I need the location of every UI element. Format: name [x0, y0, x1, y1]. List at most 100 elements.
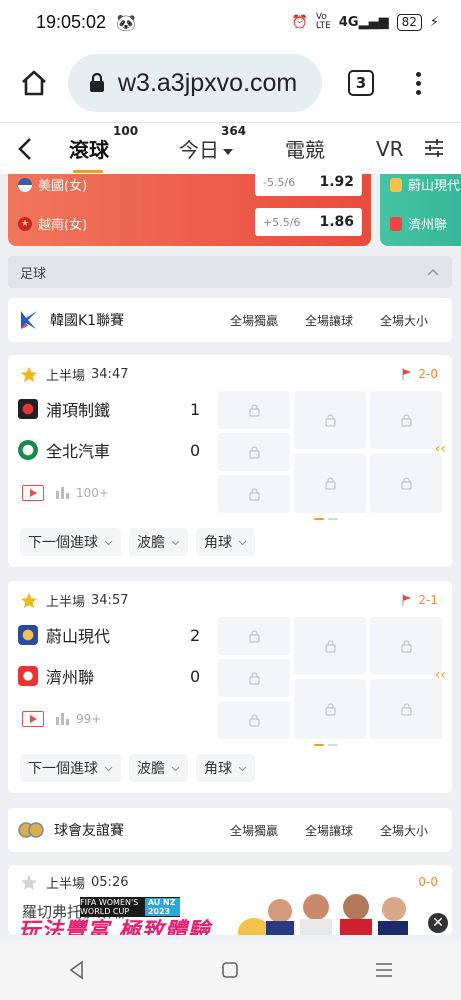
sport-section-header[interactable]: 足球 [8, 256, 452, 288]
partial-match-card[interactable]: 上半場 05:26 0-0 羅切弗托伊斯聯 FIFA WOMEN'S WORLD… [8, 865, 452, 935]
charging-icon: ⚡ [429, 14, 439, 30]
odds-cell-locked [294, 391, 366, 449]
corner-count: 2-0 [402, 367, 438, 381]
home-team: 浦項制鐵 1 [18, 397, 200, 421]
home-score: 2 [190, 625, 201, 645]
live-video-icon[interactable] [22, 485, 44, 501]
recents-menu-icon[interactable] [373, 959, 395, 981]
stats-icon[interactable] [56, 487, 70, 499]
away-score: 0 [190, 440, 201, 460]
odds-cell-locked [294, 617, 366, 675]
odds-cell-locked [218, 433, 290, 471]
lock-icon [325, 703, 335, 715]
featured-match-card-next[interactable]: 蔚山現代 濟州聯 [380, 174, 461, 246]
tab-live[interactable]: 滾球 100 [69, 124, 138, 173]
away-team: 濟州聯 0 [18, 664, 200, 688]
featured-match-card[interactable]: 美國(女) -5.5/6 1.92 ★ 越南(女) +5.5/6 1.86 [8, 174, 371, 246]
odds-cell-locked [218, 391, 290, 429]
back-triangle-icon[interactable] [66, 959, 88, 981]
vietnam-flag-icon: ★ [18, 216, 32, 231]
match-card[interactable]: 上半場 34:47 2-0 浦項制鐵 1 全北汽車 0 100+ ‹‹ 下一個進… [8, 355, 452, 567]
team-crest-icon [390, 177, 402, 192]
correct-score-chip[interactable]: 波膽 [129, 528, 188, 556]
lock-icon [249, 630, 259, 642]
live-count-badge: 100 [113, 124, 139, 138]
browser-menu-button[interactable] [408, 71, 428, 95]
lock-icon [401, 703, 411, 715]
lock-icon [325, 414, 335, 426]
odds-cell-locked [294, 453, 366, 513]
star-icon[interactable] [20, 592, 38, 610]
players-image [238, 894, 408, 935]
odds-cell-locked [370, 391, 442, 449]
close-ad-button[interactable]: ✕ [428, 913, 448, 933]
address-bar[interactable]: w3.a3jpxvo.com [68, 54, 322, 112]
status-bar: 19:05:02 🐼 ⏰ Vo LTE 4G▂▄▆ 82 ⚡ [0, 0, 461, 44]
promo-banner[interactable]: FIFA WOMEN'S WORLD CUP AU NZ 2023 玩法豐富 極致… [8, 875, 452, 935]
home-button[interactable] [14, 63, 54, 103]
team-crest-icon [18, 666, 38, 686]
lock-icon [401, 640, 411, 652]
battery-icon: 82 [396, 13, 422, 31]
lock-icon [325, 477, 335, 489]
chevron-down-icon [238, 766, 247, 771]
odds-page-indicator [314, 744, 338, 746]
correct-score-chip[interactable]: 波膽 [129, 754, 188, 782]
live-video-icon[interactable] [22, 711, 44, 727]
lock-icon [249, 488, 259, 500]
corners-chip[interactable]: 角球 [196, 754, 255, 782]
double-chevron-left-icon[interactable]: ‹‹ [435, 441, 446, 457]
next-goal-chip[interactable]: 下一個進球 [20, 528, 121, 556]
chevron-down-icon [171, 540, 180, 545]
stats-icon[interactable] [56, 713, 70, 725]
status-time: 19:05:02 [36, 11, 107, 32]
lock-icon [249, 714, 259, 726]
tab-vr[interactable]: VR [376, 137, 404, 161]
double-chevron-left-icon[interactable]: ‹‹ [435, 667, 446, 683]
team-crest-icon [18, 625, 38, 645]
next-goal-chip[interactable]: 下一個進球 [20, 754, 121, 782]
home-odds-button[interactable]: -5.5/6 1.92 [255, 174, 362, 196]
odds-cell-locked [218, 659, 290, 697]
chevron-down-icon [171, 766, 180, 771]
more-markets-count[interactable]: 99+ [76, 712, 101, 726]
quick-market-chips: 下一個進球 波膽 角球 [20, 528, 255, 556]
usa-flag-icon [18, 177, 32, 192]
away-odds-button[interactable]: +5.5/6 1.86 [255, 208, 362, 236]
match-card[interactable]: 上半場 34:57 2-1 蔚山現代 2 濟州聯 0 99+ ‹‹ 下一個進球 … [8, 581, 452, 793]
match-clock: 34:57 [91, 593, 129, 608]
featured-matches: 美國(女) -5.5/6 1.92 ★ 越南(女) +5.5/6 1.86 蔚山… [0, 174, 461, 250]
club-friendly-logo-icon [18, 822, 44, 838]
tab-esports[interactable]: 電競 [285, 134, 325, 163]
promo-slogan: 玩法豐富 極致體驗 [18, 919, 211, 935]
back-button[interactable] [0, 136, 50, 162]
more-markets-count[interactable]: 100+ [76, 486, 109, 500]
k-league-logo-icon [21, 311, 37, 329]
odds-cell-locked [294, 679, 366, 739]
lock-icon [249, 446, 259, 458]
lock-icon [249, 404, 259, 416]
status-icons: ⏰ Vo LTE 4G▂▄▆ 82 ⚡ [292, 13, 439, 31]
active-tab-indicator [73, 170, 103, 173]
home-score: 1 [190, 399, 201, 419]
tab-switcher-button[interactable]: 3 [348, 70, 374, 96]
browser-toolbar: w3.a3jpxvo.com 3 [0, 44, 461, 122]
caret-down-icon [223, 148, 233, 155]
star-icon[interactable] [20, 366, 38, 384]
tab-today[interactable]: 今日 364 [179, 124, 246, 163]
away-team: 全北汽車 0 [18, 438, 200, 462]
odds-page-indicator [314, 518, 338, 520]
volte-icon: Vo LTE [315, 12, 331, 31]
lock-icon [90, 72, 104, 92]
lock-icon [401, 477, 411, 489]
chevron-down-icon [104, 540, 113, 545]
home-square-icon[interactable] [219, 959, 241, 981]
league-header-k1[interactable]: 韓國K1聯賽 全場獨贏 全場讓球 全場大小 [8, 298, 452, 342]
chevron-down-icon [104, 766, 113, 771]
corners-chip[interactable]: 角球 [196, 528, 255, 556]
league-header-club-friendlies[interactable]: 球會友誼賽 全場獨贏 全場讓球 全場大小 [8, 808, 452, 852]
away-score: 0 [190, 666, 201, 686]
filter-settings-icon[interactable] [423, 137, 445, 159]
sport-nav-tabs: 滾球 100 今日 364 電競 VR [0, 122, 461, 174]
today-count-badge: 364 [221, 124, 247, 138]
